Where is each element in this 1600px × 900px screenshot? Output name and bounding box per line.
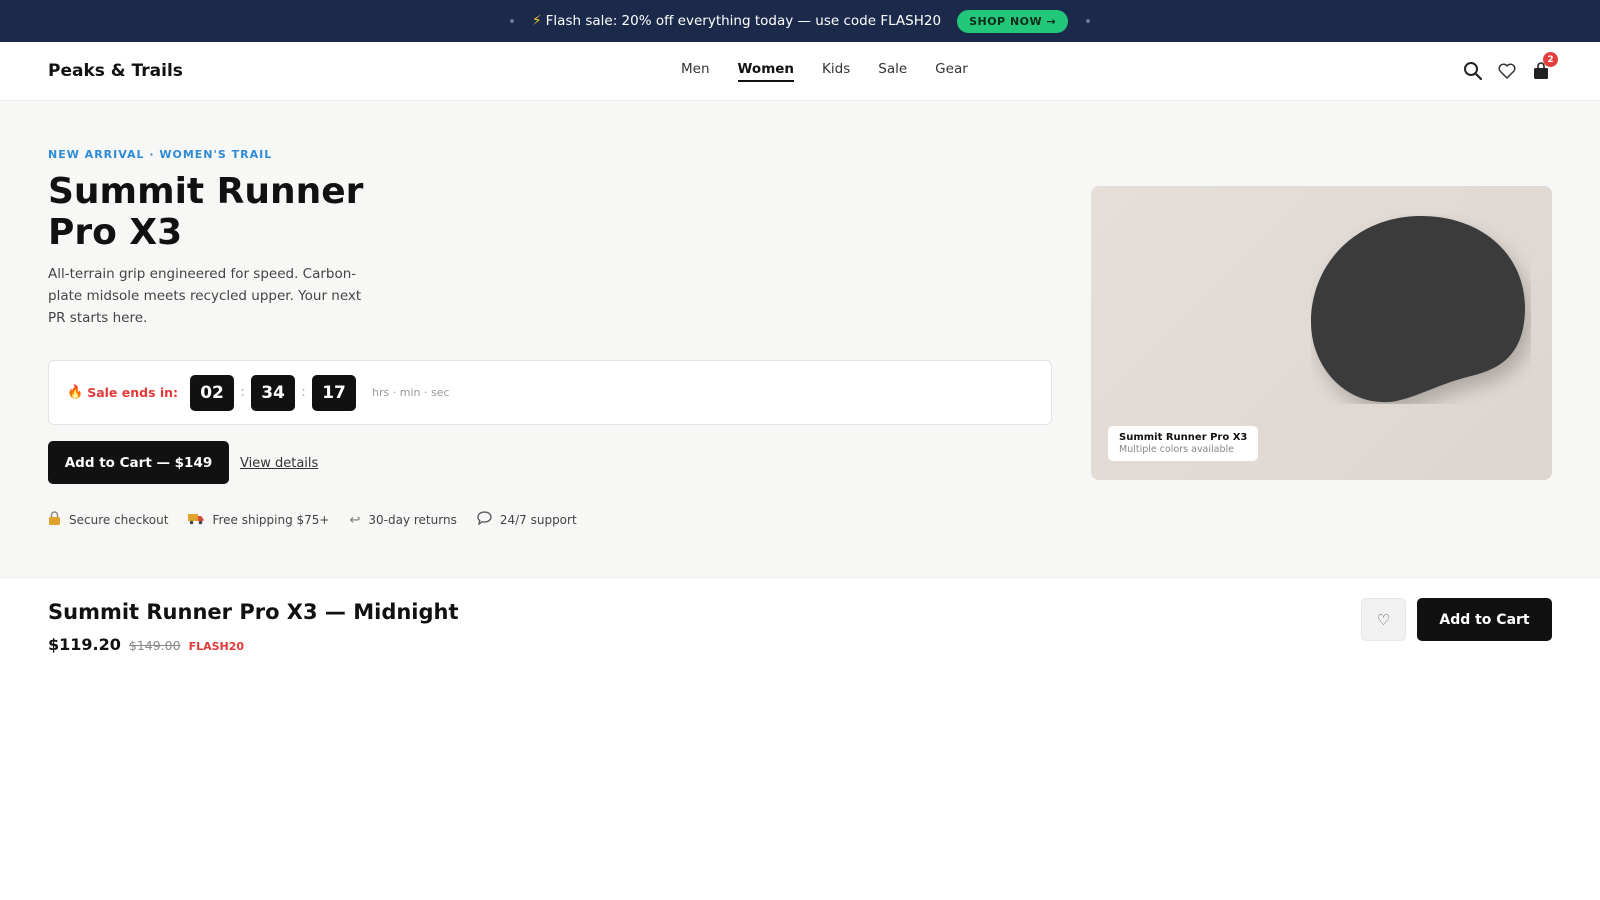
product-image-card[interactable]: Summit Runner Pro X3 Multiple colors ava… bbox=[1091, 186, 1552, 480]
countdown-hours: 02 bbox=[190, 374, 235, 411]
sticky-add-to-cart-button[interactable]: Add to Cart bbox=[1417, 598, 1552, 641]
site-header: Peaks & Trails Men Women Kids Sale Gear … bbox=[0, 42, 1600, 101]
nav-link-men[interactable]: Men bbox=[681, 61, 710, 82]
original-price: $149.00 bbox=[128, 638, 181, 653]
lightning-icon: ⚡ bbox=[531, 13, 542, 29]
main-nav: Men Women Kids Sale Gear bbox=[681, 61, 996, 82]
price-row: $119.20 $149.00 FLASH20 bbox=[48, 635, 244, 654]
search-icon[interactable] bbox=[1462, 60, 1484, 82]
trust-item-secure-checkout: Secure checkout bbox=[48, 511, 168, 529]
nav-link-women[interactable]: Women bbox=[737, 61, 795, 82]
trust-item-support: 24/7 support bbox=[477, 511, 577, 529]
heart-icon: ♡ bbox=[1376, 610, 1391, 629]
trust-item-returns: ↩ 30-day returns bbox=[349, 513, 456, 528]
trust-label: 30-day returns bbox=[368, 513, 457, 527]
view-details-link[interactable]: View details bbox=[240, 456, 318, 471]
sticky-product-title: Summit Runner Pro X3 — Midnight bbox=[48, 600, 459, 624]
shop-now-button[interactable]: SHOP NOW → bbox=[957, 9, 1069, 33]
trust-badges: Secure checkout Free shipping $75+ ↩ 30-… bbox=[48, 511, 597, 529]
countdown-separator: : bbox=[240, 385, 245, 400]
promo-bar: ⚡ Flash sale: 20% off everything today —… bbox=[0, 0, 1600, 42]
logo[interactable]: Peaks & Trails bbox=[48, 61, 183, 81]
product-card-caption: Summit Runner Pro X3 Multiple colors ava… bbox=[1108, 426, 1259, 461]
promo-text: Flash sale: 20% off everything today — u… bbox=[545, 13, 942, 29]
nav-link-kids[interactable]: Kids bbox=[822, 61, 850, 82]
promo-dot-left bbox=[509, 19, 514, 23]
hero-description: All-terrain grip engineered for speed. C… bbox=[48, 266, 362, 326]
countdown-minutes: 34 bbox=[251, 374, 296, 411]
eyebrow-label: NEW ARRIVAL · WOMEN'S TRAIL bbox=[48, 148, 273, 161]
hero-title: Summit Runner Pro X3 bbox=[48, 171, 364, 253]
cart-count-badge: 2 bbox=[1543, 52, 1558, 67]
heart-icon[interactable] bbox=[1496, 60, 1518, 82]
nav-link-gear[interactable]: Gear bbox=[935, 61, 968, 82]
lock-icon bbox=[48, 511, 61, 529]
trust-item-free-shipping: Free shipping $75+ bbox=[188, 512, 329, 529]
countdown-separator: : bbox=[301, 385, 306, 400]
trust-label: Free shipping $75+ bbox=[212, 513, 330, 527]
shopping-bag-icon[interactable]: 2 bbox=[1530, 52, 1558, 82]
trust-label: 24/7 support bbox=[499, 513, 577, 527]
nav-link-sale[interactable]: Sale bbox=[878, 61, 907, 82]
caption-title: Summit Runner Pro X3 bbox=[1119, 432, 1248, 443]
sticky-product-bar: Summit Runner Pro X3 — Midnight $119.20 … bbox=[0, 578, 1600, 668]
wishlist-button[interactable]: ♡ bbox=[1361, 598, 1406, 641]
countdown-seconds: 17 bbox=[312, 374, 357, 411]
trust-label: Secure checkout bbox=[69, 513, 169, 527]
header-icons: 2 bbox=[1450, 52, 1558, 82]
add-to-cart-button[interactable]: Add to Cart — $149 bbox=[48, 441, 229, 484]
promo-code: FLASH20 bbox=[188, 640, 245, 653]
countdown-units: hrs · min · sec bbox=[372, 386, 450, 399]
hero-section: NEW ARRIVAL · WOMEN'S TRAIL Summit Runne… bbox=[0, 101, 1600, 578]
return-arrow-icon: ↩ bbox=[349, 512, 361, 528]
promo-dot-right bbox=[1086, 19, 1091, 23]
countdown-box: 🔥 Sale ends in: 02 : 34 : 17 hrs · min ·… bbox=[48, 360, 1052, 425]
sale-price: $119.20 bbox=[48, 635, 121, 654]
product-shoe-image bbox=[1311, 216, 1526, 403]
caption-subtitle: Multiple colors available bbox=[1119, 444, 1234, 455]
truck-icon bbox=[188, 512, 204, 529]
fire-icon: 🔥 bbox=[67, 385, 84, 400]
sale-ends-label: Sale ends in: bbox=[87, 385, 179, 400]
chat-bubble-icon bbox=[477, 511, 492, 529]
